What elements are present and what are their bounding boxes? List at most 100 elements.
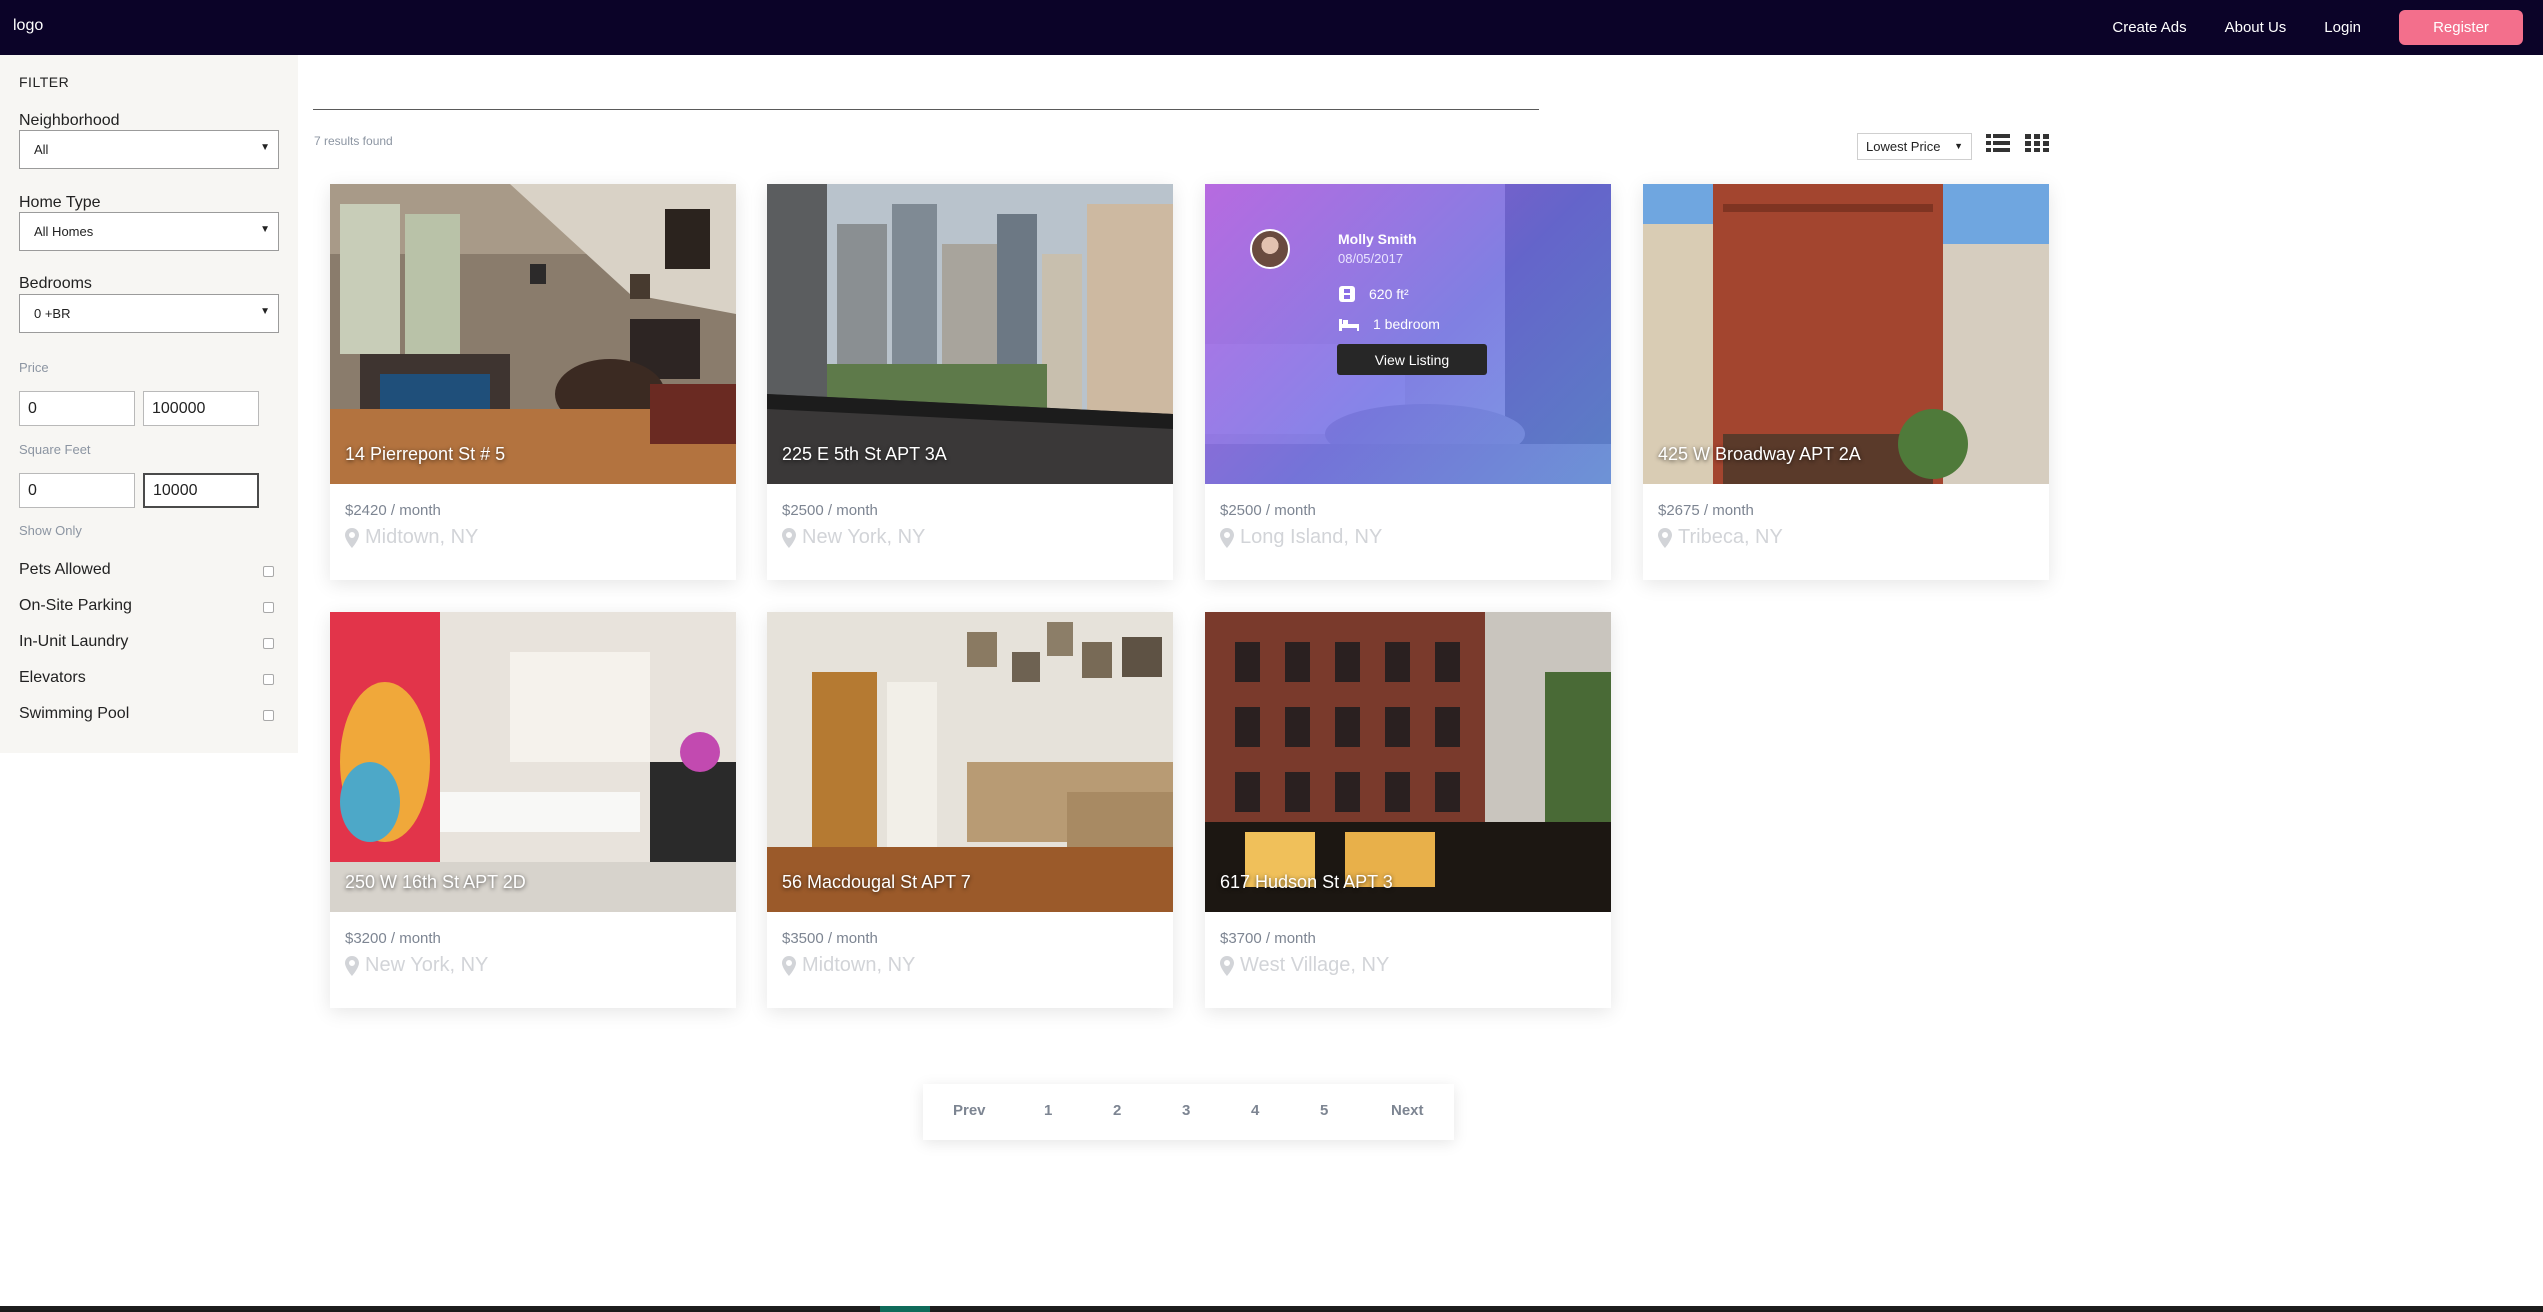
swimming-pool-label: Swimming Pool bbox=[19, 705, 130, 722]
listing-title: 56 Macdougal St APT 7 bbox=[782, 872, 971, 892]
bedrooms-select[interactable]: 0 +BR ▼ bbox=[19, 294, 279, 333]
in-unit-laundry-label: In-Unit Laundry bbox=[19, 633, 129, 650]
listing-location: Midtown, NY bbox=[782, 954, 915, 977]
sort-value: Lowest Price bbox=[1866, 139, 1941, 154]
listing-photo[interactable] bbox=[330, 184, 736, 484]
register-button[interactable]: Register bbox=[2399, 10, 2523, 45]
listing-hover-overlay: Molly Smith 08/05/2017 620 ft² 1 bedroom… bbox=[1205, 184, 1611, 484]
listing-card[interactable]: 617 Hudson St APT 3 $3700 / month West V… bbox=[1205, 612, 1611, 1008]
listing-title: 617 Hudson St APT 3 bbox=[1220, 872, 1393, 892]
grid-view-icon[interactable] bbox=[2025, 133, 2049, 153]
listing-photo[interactable] bbox=[1643, 184, 2049, 484]
neighborhood-select[interactable]: All ▼ bbox=[19, 130, 279, 169]
listing-card[interactable]: 225 E 5th St APT 3A $2500 / month New Yo… bbox=[767, 184, 1173, 580]
listing-location: Long Island, NY bbox=[1220, 526, 1382, 549]
listing-photo[interactable] bbox=[767, 612, 1173, 912]
elevators-checkbox[interactable] bbox=[263, 674, 274, 685]
owner-name: Molly Smith bbox=[1338, 231, 1417, 247]
home-type-label: Home Type bbox=[19, 194, 101, 211]
page-5-button[interactable]: 5 bbox=[1320, 1102, 1328, 1119]
nav-login[interactable]: Login bbox=[2324, 19, 2361, 36]
prev-page-button[interactable]: Prev bbox=[953, 1102, 986, 1119]
view-listing-button[interactable]: View Listing bbox=[1337, 344, 1487, 375]
listing-photo[interactable] bbox=[1205, 612, 1611, 912]
area-icon bbox=[1339, 286, 1355, 302]
list-view-icon[interactable] bbox=[1986, 133, 2010, 153]
listing-title: 425 W Broadway APT 2A bbox=[1658, 444, 1861, 464]
listing-location: West Village, NY bbox=[1220, 954, 1389, 977]
listing-price: $2420 / month bbox=[345, 502, 441, 519]
bedrooms-label: Bedrooms bbox=[19, 275, 92, 292]
chevron-down-icon: ▼ bbox=[260, 142, 270, 153]
home-type-value: All Homes bbox=[34, 224, 94, 239]
page-3-button[interactable]: 3 bbox=[1182, 1102, 1190, 1119]
listing-card[interactable]: 425 W Broadway APT 2A $2675 / month Trib… bbox=[1643, 184, 2049, 580]
listing-photo[interactable] bbox=[767, 184, 1173, 484]
listing-title: 14 Pierrepont St # 5 bbox=[345, 444, 506, 464]
filter-sidebar: FILTER Neighborhood All ▼ Home Type All … bbox=[0, 55, 298, 753]
home-type-select[interactable]: All Homes ▼ bbox=[19, 212, 279, 251]
page-2-button[interactable]: 2 bbox=[1113, 1102, 1121, 1119]
listing-location-text: New York, NY bbox=[365, 954, 489, 976]
listing-photo[interactable] bbox=[330, 612, 736, 912]
pets-allowed-label: Pets Allowed bbox=[19, 561, 111, 578]
on-site-parking-checkbox[interactable] bbox=[263, 602, 274, 613]
top-navbar: logo Create Ads About Us Login Register bbox=[0, 0, 2543, 55]
listing-location-text: Midtown, NY bbox=[365, 526, 479, 548]
show-only-label: Show Only bbox=[19, 523, 82, 538]
pets-allowed-checkbox[interactable] bbox=[263, 566, 274, 577]
filter-title: FILTER bbox=[19, 74, 70, 90]
map-pin-icon bbox=[345, 527, 359, 548]
search-input-underline[interactable] bbox=[313, 109, 1539, 110]
chevron-down-icon: ▼ bbox=[260, 224, 270, 235]
nav-create-ads[interactable]: Create Ads bbox=[2112, 19, 2186, 36]
elevators-label: Elevators bbox=[19, 669, 86, 686]
page-4-button[interactable]: 4 bbox=[1251, 1102, 1259, 1119]
listing-card-hovered[interactable]: Molly Smith 08/05/2017 620 ft² 1 bedroom… bbox=[1205, 184, 1611, 580]
listing-price: $3700 / month bbox=[1220, 930, 1316, 947]
listing-location-text: New York, NY bbox=[802, 526, 926, 548]
results-count: 7 results found bbox=[314, 134, 393, 148]
listing-card[interactable]: 14 Pierrepont St # 5 $2420 / month Midto… bbox=[330, 184, 736, 580]
logo[interactable]: logo bbox=[13, 17, 43, 35]
price-max-input[interactable] bbox=[143, 391, 259, 426]
sqft-min-input[interactable] bbox=[19, 473, 135, 508]
bottom-accent bbox=[880, 1306, 930, 1312]
map-pin-icon bbox=[782, 955, 796, 976]
nav-about-us[interactable]: About Us bbox=[2225, 19, 2287, 36]
listing-location: Tribeca, NY bbox=[1658, 526, 1783, 549]
listing-location: New York, NY bbox=[345, 954, 488, 977]
sort-select[interactable]: Lowest Price ▼ bbox=[1857, 133, 1972, 160]
pagination: Prev 1 2 3 4 5 Next bbox=[923, 1084, 1454, 1140]
bed-icon bbox=[1339, 319, 1359, 331]
map-pin-icon bbox=[782, 527, 796, 548]
listing-title: 225 E 5th St APT 3A bbox=[782, 444, 947, 464]
map-pin-icon bbox=[345, 955, 359, 976]
sqft-max-input[interactable] bbox=[143, 473, 259, 508]
sqft-row: 620 ft² bbox=[1338, 285, 1409, 303]
bottom-border bbox=[0, 1306, 2543, 1312]
listing-price: $2500 / month bbox=[782, 502, 878, 519]
listing-price: $2675 / month bbox=[1658, 502, 1754, 519]
in-unit-laundry-checkbox[interactable] bbox=[263, 638, 274, 649]
listing-location-text: West Village, NY bbox=[1240, 954, 1390, 976]
listing-location-text: Tribeca, NY bbox=[1678, 526, 1783, 548]
listing-location: New York, NY bbox=[782, 526, 925, 549]
chevron-down-icon: ▼ bbox=[260, 306, 270, 317]
listing-price: $2500 / month bbox=[1220, 502, 1316, 519]
swimming-pool-checkbox[interactable] bbox=[263, 710, 274, 721]
next-page-button[interactable]: Next bbox=[1391, 1102, 1424, 1119]
price-min-input[interactable] bbox=[19, 391, 135, 426]
bedrooms-value: 0 +BR bbox=[34, 306, 71, 321]
price-label: Price bbox=[19, 360, 49, 375]
listing-card[interactable]: 250 W 16th St APT 2D $3200 / month New Y… bbox=[330, 612, 736, 1008]
page-1-button[interactable]: 1 bbox=[1044, 1102, 1052, 1119]
listing-date: 08/05/2017 bbox=[1338, 251, 1404, 266]
nav-menu: Create Ads About Us Login Register bbox=[2112, 0, 2543, 55]
listing-location-text: Long Island, NY bbox=[1240, 526, 1383, 548]
neighborhood-value: All bbox=[34, 142, 49, 157]
listing-price: $3200 / month bbox=[345, 930, 441, 947]
sqft-text: 620 ft² bbox=[1369, 286, 1409, 302]
map-pin-icon bbox=[1220, 527, 1234, 548]
listing-card[interactable]: 56 Macdougal St APT 7 $3500 / month Midt… bbox=[767, 612, 1173, 1008]
